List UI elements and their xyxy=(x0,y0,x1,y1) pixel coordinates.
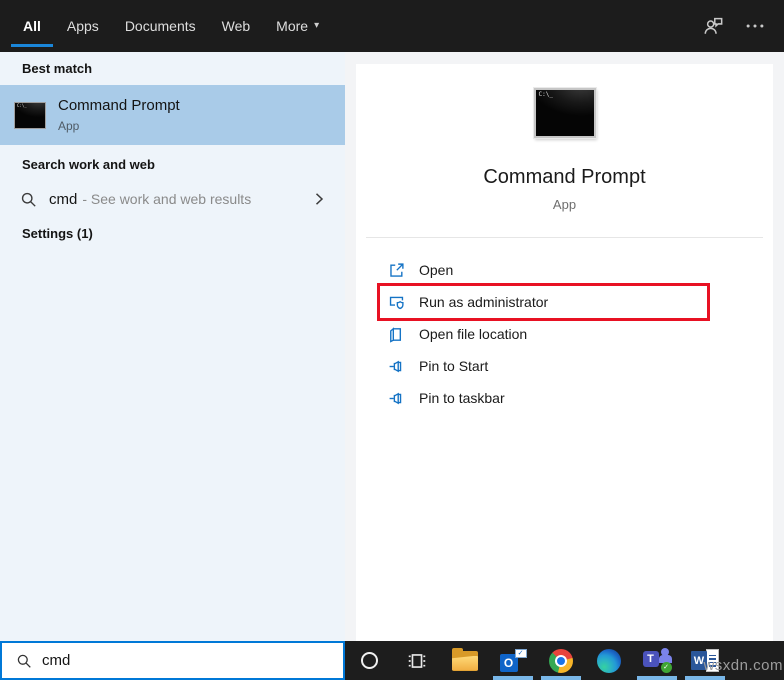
tab-web-label: Web xyxy=(222,18,251,34)
taskbar-chrome-button[interactable] xyxy=(537,641,585,680)
taskbar-cortana-button[interactable] xyxy=(345,641,393,680)
open-app-indicator xyxy=(493,676,533,680)
outlook-icon: O ✓ xyxy=(500,649,527,672)
taskbar-teams-button[interactable]: T ✓ xyxy=(633,641,681,680)
taskbar: O ✓ T ✓ xyxy=(345,641,784,680)
ellipsis-icon[interactable] xyxy=(744,15,766,37)
chrome-icon xyxy=(549,649,573,673)
open-app-indicator xyxy=(541,676,581,680)
tab-apps[interactable]: Apps xyxy=(54,0,112,52)
taskbar-edge-button[interactable] xyxy=(585,641,633,680)
teams-icon: T ✓ xyxy=(643,648,672,673)
watermark-text: wsxdn.com xyxy=(703,657,783,674)
action-run-admin-label: Run as administrator xyxy=(419,294,548,310)
taskbar-outlook-button[interactable]: O ✓ xyxy=(489,641,537,680)
open-location-icon xyxy=(388,326,405,343)
windows-search-flyout: All Apps Documents Web More ▾ xyxy=(0,0,784,680)
chevron-right-icon[interactable] xyxy=(311,191,327,207)
preview-card: C:\_ Command Prompt App Open xyxy=(356,64,773,641)
edge-icon xyxy=(597,649,621,673)
search-icon xyxy=(20,191,37,208)
best-match-heading: Best match xyxy=(22,61,92,76)
chevron-down-icon: ▾ xyxy=(314,21,319,31)
search-filter-bar: All Apps Documents Web More ▾ xyxy=(0,0,784,52)
action-pin-taskbar-label: Pin to taskbar xyxy=(419,390,505,406)
search-icon xyxy=(16,653,32,669)
action-pin-to-taskbar[interactable]: Pin to taskbar xyxy=(356,382,773,414)
tab-documents[interactable]: Documents xyxy=(112,0,209,52)
taskbar-search-box[interactable] xyxy=(0,641,345,680)
web-search-result[interactable]: cmd - See work and web results xyxy=(0,182,345,216)
context-actions: Open Run as administrator xyxy=(356,254,773,414)
action-open-location-label: Open file location xyxy=(419,326,527,342)
feedback-person-icon[interactable] xyxy=(702,15,724,37)
pin-icon xyxy=(388,390,405,407)
preview-app-type: App xyxy=(356,197,773,212)
command-prompt-icon-large: C:\_ xyxy=(534,88,596,138)
best-match-result-command-prompt[interactable]: C:\_ Command Prompt App xyxy=(0,85,345,145)
open-app-indicator xyxy=(685,676,725,680)
action-pin-to-start[interactable]: Pin to Start xyxy=(356,350,773,382)
divider xyxy=(366,237,763,238)
open-app-indicator xyxy=(637,676,677,680)
search-input[interactable] xyxy=(42,643,343,678)
best-match-title: Command Prompt xyxy=(58,97,180,114)
settings-heading: Settings (1) xyxy=(22,226,93,241)
file-explorer-icon xyxy=(452,651,478,671)
action-pin-start-label: Pin to Start xyxy=(419,358,488,374)
cortana-icon xyxy=(361,652,378,669)
tab-all[interactable]: All xyxy=(10,0,54,52)
command-prompt-icon: C:\_ xyxy=(14,102,46,129)
web-result-description: - See work and web results xyxy=(82,191,251,207)
preview-panel-bg: C:\_ Command Prompt App Open xyxy=(345,52,784,641)
tab-apps-label: Apps xyxy=(67,18,99,34)
best-match-type: App xyxy=(58,119,180,133)
preview-app-name: Command Prompt xyxy=(356,166,773,189)
web-result-query: cmd xyxy=(49,191,77,208)
search-web-heading: Search work and web xyxy=(22,157,155,172)
action-run-as-administrator[interactable]: Run as administrator xyxy=(356,286,773,318)
filter-tabs: All Apps Documents Web More ▾ xyxy=(10,0,332,52)
search-results-panel: Best match C:\_ Command Prompt App Searc… xyxy=(0,52,345,641)
action-open-label: Open xyxy=(419,262,453,278)
taskbar-file-explorer-button[interactable] xyxy=(441,641,489,680)
tab-more[interactable]: More ▾ xyxy=(263,0,332,52)
launch-icon xyxy=(388,262,405,279)
pin-icon xyxy=(388,358,405,375)
task-view-icon xyxy=(406,650,428,672)
taskbar-task-view-button[interactable] xyxy=(393,641,441,680)
tab-web[interactable]: Web xyxy=(209,0,264,52)
action-open-file-location[interactable]: Open file location xyxy=(356,318,773,350)
tab-all-label: All xyxy=(23,18,41,34)
tab-documents-label: Documents xyxy=(125,18,196,34)
admin-shield-icon xyxy=(388,294,405,311)
tab-more-label: More xyxy=(276,18,308,34)
action-open[interactable]: Open xyxy=(356,254,773,286)
